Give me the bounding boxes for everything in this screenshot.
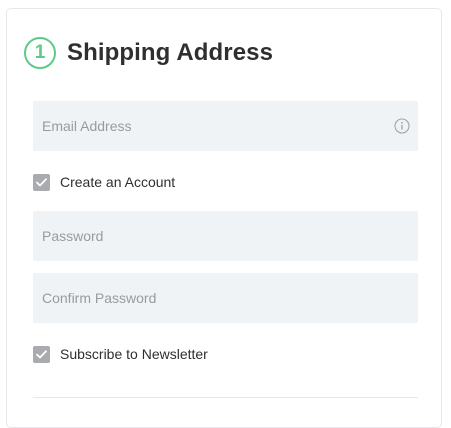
confirm-password-field[interactable]: [33, 273, 418, 323]
newsletter-checkbox-row[interactable]: Subscribe to Newsletter: [33, 345, 208, 363]
password-field[interactable]: [33, 211, 418, 261]
section-title: Shipping Address: [67, 39, 274, 66]
password-input[interactable]: [33, 211, 418, 261]
info-circle-icon[interactable]: [394, 118, 410, 134]
create-account-label: Create an Account: [60, 174, 176, 190]
shipping-address-card: 1 Shipping Address Create an Account: [6, 8, 442, 428]
checkmark-icon: [36, 349, 47, 358]
checkmark-icon: [36, 177, 47, 186]
step-number-badge: 1: [24, 37, 56, 69]
create-account-checkbox-row[interactable]: Create an Account: [33, 173, 175, 191]
email-input[interactable]: [33, 101, 418, 151]
step-number: 1: [34, 42, 46, 63]
section-header: 1 Shipping Address: [24, 36, 273, 70]
newsletter-checkbox[interactable]: [33, 345, 50, 363]
confirm-password-input[interactable]: [33, 273, 418, 323]
newsletter-label: Subscribe to Newsletter: [60, 346, 208, 362]
create-account-checkbox[interactable]: [33, 173, 50, 191]
email-field[interactable]: [33, 101, 418, 151]
section-divider: [33, 397, 418, 398]
